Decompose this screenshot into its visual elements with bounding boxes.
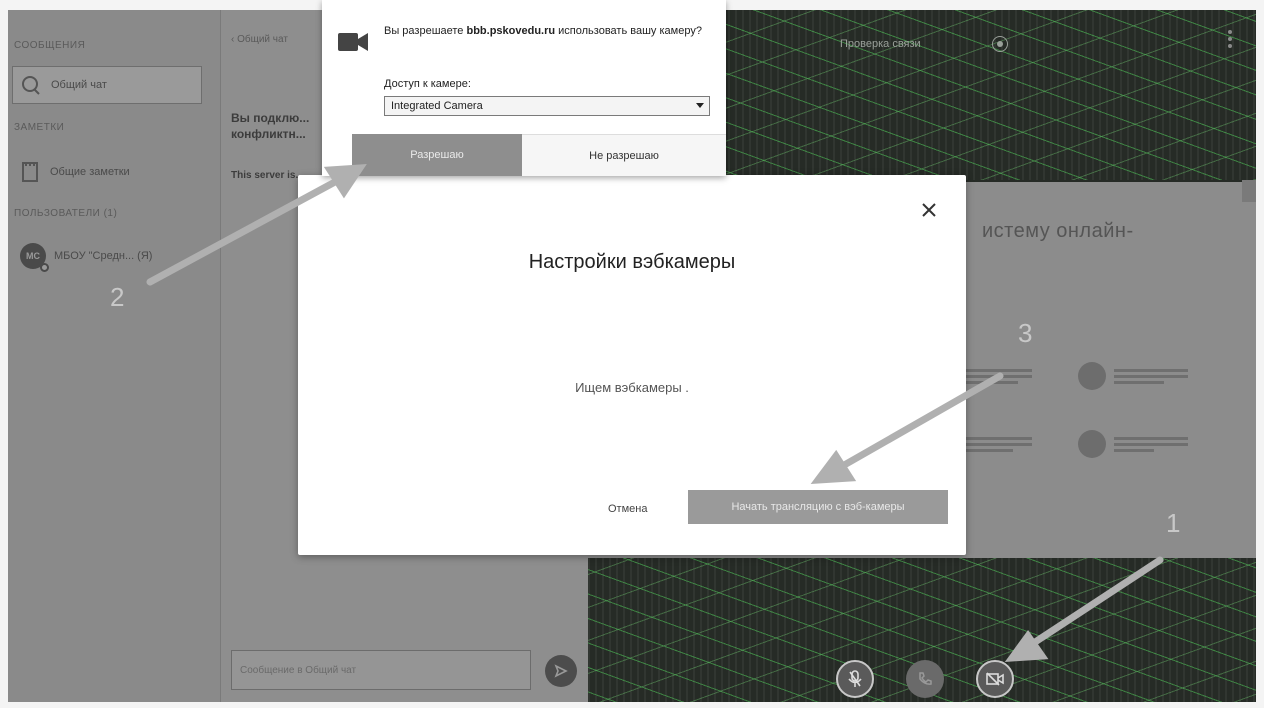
record-icon[interactable] [992, 36, 1008, 52]
presentation-toolbar-handle[interactable] [1242, 180, 1256, 202]
presentation-item [1078, 430, 1188, 458]
annotation-2: 2 [110, 282, 125, 312]
notes-icon [18, 160, 42, 184]
shared-notes-label: Общие заметки [50, 166, 130, 178]
chat-back-link[interactable]: ‹ Общий чат [231, 34, 288, 45]
camera-select[interactable]: Integrated Camera [384, 96, 710, 116]
annotation-1: 1 [1166, 508, 1181, 538]
user-list-item[interactable]: МС МБОУ "Средн... (Я) [12, 238, 200, 274]
mic-icon [848, 670, 862, 687]
permission-domain: bbb.pskovedu.ru [466, 25, 556, 37]
chat-message-input[interactable]: Сообщение в Общий чат [231, 650, 531, 690]
camera-permission-popup: Вы разрешаете bbb.pskovedu.ru использова… [322, 0, 726, 176]
modal-title: Настройки вэбкамеры [528, 251, 736, 273]
webcam-settings-modal: Настройки вэбкамеры Ищем вэбкамеры . Отм… [298, 175, 966, 555]
leave-audio-button[interactable] [906, 660, 944, 698]
permission-question: Вы разрешаете bbb.pskovedu.ru использова… [384, 25, 702, 37]
send-icon [554, 664, 568, 678]
webcam-search-status: Ищем вэбкамеры . [575, 380, 689, 395]
connection-status-label: Проверка связи [840, 38, 921, 50]
cancel-button[interactable]: Отмена [602, 502, 653, 516]
user-name: МБОУ "Средн... (Я) [54, 250, 153, 262]
start-webcam-button[interactable]: Начать трансляцию с вэб-камеры [688, 490, 948, 524]
camera-icon [986, 672, 1004, 686]
presentation-item [958, 434, 1032, 455]
messages-section-title: СООБЩЕНИЯ [14, 40, 86, 51]
public-chat-label: Общий чат [51, 79, 107, 91]
send-button[interactable] [545, 655, 577, 687]
options-menu-icon[interactable] [1228, 30, 1232, 51]
phone-icon [919, 672, 932, 685]
deny-button[interactable]: Не разрешаю [522, 134, 726, 176]
notes-section-title: ЗАМЕТКИ [14, 122, 65, 133]
camera-access-label: Доступ к камере: [384, 78, 471, 90]
presentation-title: истему онлайн- [982, 220, 1134, 242]
presentation-item [1078, 362, 1188, 390]
mic-button[interactable] [836, 660, 874, 698]
annotation-3: 3 [1018, 318, 1033, 348]
public-chat-item[interactable]: Общий чат [12, 66, 202, 104]
allow-button[interactable]: Разрешаю [352, 134, 522, 176]
close-button[interactable] [918, 199, 940, 221]
chat-icon [19, 73, 43, 97]
webcam-button[interactable] [976, 660, 1014, 698]
close-icon [922, 203, 936, 217]
status-dot-icon [40, 263, 49, 272]
chat-welcome-message: Вы подклю... конфликтн... [231, 111, 310, 141]
users-section-title: ПОЛЬЗОВАТЕЛИ (1) [14, 208, 118, 219]
shared-notes-item[interactable]: Общие заметки [12, 154, 200, 190]
presentation-item [958, 366, 1032, 387]
avatar: МС [20, 243, 49, 272]
chat-server-message: This server is... [231, 170, 304, 181]
chevron-down-icon [696, 103, 704, 108]
left-panel: СООБЩЕНИЯ Общий чат ЗАМЕТКИ Общие заметк… [8, 10, 220, 702]
camera-icon [336, 30, 370, 59]
